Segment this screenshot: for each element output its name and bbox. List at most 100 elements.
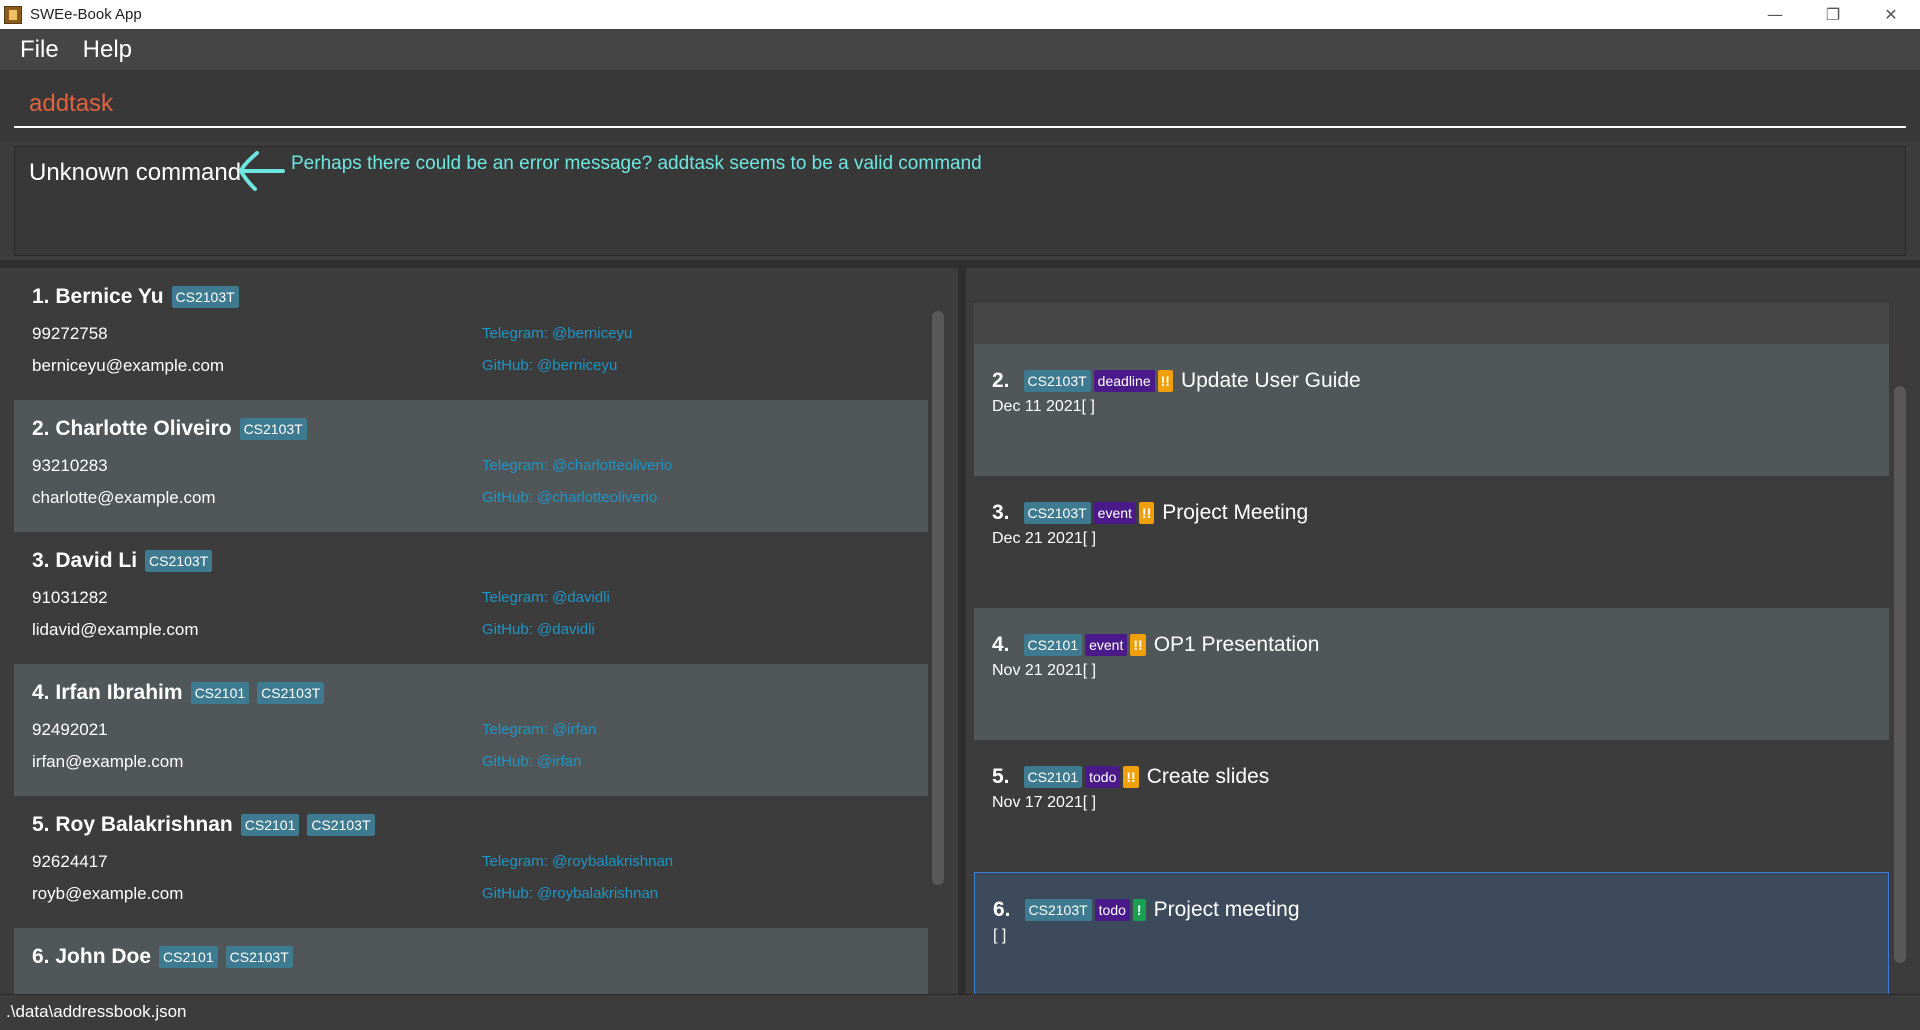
window-controls: — ❐ ✕	[1746, 0, 1920, 29]
person-name: John Doe	[55, 945, 152, 968]
person-phone: 92492021	[32, 720, 108, 739]
menu-file[interactable]: File	[20, 36, 59, 64]
person-phone: 99272758	[32, 324, 108, 343]
menu-help[interactable]: Help	[83, 36, 132, 64]
person-name-row: 5. Roy Balakrishnan CS2101 CS2103T	[32, 810, 910, 840]
person-name-row: 4. Irfan Ibrahim CS2101 CS2103T	[32, 678, 910, 708]
task-index: 2.	[992, 369, 1010, 392]
person-email: charlotte@example.com	[32, 488, 216, 507]
person-list: 1. Bernice Yu CS2103T 99272758 berniceyu…	[0, 268, 958, 994]
task-card[interactable]: 3. CS2103T event !! Project Meeting Dec …	[974, 476, 1889, 608]
person-name: Irfan Ibrahim	[55, 681, 183, 704]
task-title-row: 2. CS2103T deadline !! Update User Guide	[992, 366, 1871, 396]
arrow-left-icon	[238, 151, 285, 191]
title-bar: SWEe-Book App — ❐ ✕	[0, 0, 1920, 29]
task-date: Dec 21 2021[ ]	[992, 530, 1097, 547]
task-title-row: 4. CS2101 event !! OP1 Presentation	[992, 630, 1871, 660]
person-github[interactable]: GitHub: @charlotteoliverio	[482, 489, 657, 506]
person-email: berniceyu@example.com	[32, 356, 225, 375]
person-tag: CS2101	[240, 814, 300, 836]
task-name: OP1 Presentation	[1153, 633, 1320, 656]
vertical-divider[interactable]	[958, 268, 966, 994]
window-title: SWEe-Book App	[30, 6, 142, 23]
person-email: lidavid@example.com	[32, 620, 199, 639]
task-priority-tag: !!	[1138, 502, 1155, 524]
person-name-row: 1. Bernice Yu CS2103T	[32, 282, 910, 312]
task-title-row: 3. CS2103T event !! Project Meeting	[992, 498, 1871, 528]
result-message: Unknown command	[29, 159, 242, 186]
person-github[interactable]: GitHub: @berniceyu	[482, 357, 617, 374]
person-telegram[interactable]: Telegram: @charlotteoliverio	[482, 457, 672, 474]
status-bar: .\data\addressbook.json	[0, 994, 1920, 1030]
annotation-note: Perhaps there could be an error message?…	[291, 153, 982, 174]
task-index: 3.	[992, 501, 1010, 524]
task-card[interactable]: 2. CS2103T deadline !! Update User Guide…	[974, 344, 1889, 476]
person-email: royb@example.com	[32, 884, 184, 903]
task-date: Nov 17 2021[ ]	[992, 794, 1097, 811]
task-title-row: 5. CS2101 todo !! Create slides	[992, 762, 1871, 792]
person-tag: CS2101	[190, 682, 250, 704]
person-phone: 91031282	[32, 588, 108, 607]
person-github[interactable]: GitHub: @roybalakrishnan	[482, 885, 658, 902]
command-box	[0, 72, 1920, 142]
task-index: 4.	[992, 633, 1010, 656]
person-tag: CS2103T	[171, 286, 239, 308]
person-card[interactable]: 3. David Li CS2103T 91031282 lidavid@exa…	[14, 532, 928, 664]
person-email: irfan@example.com	[32, 752, 184, 771]
person-card[interactable]: 1. Bernice Yu CS2103T 99272758 berniceyu…	[14, 268, 928, 400]
person-tag: CS2103T	[145, 550, 213, 572]
person-card[interactable]: 5. Roy Balakrishnan CS2101 CS2103T 92624…	[14, 796, 928, 928]
task-type-tag: deadline	[1093, 370, 1155, 392]
task-type-tag: todo	[1085, 766, 1121, 788]
result-display: Unknown command Perhaps there could be a…	[14, 146, 1906, 256]
horizontal-divider[interactable]	[0, 260, 1920, 268]
person-github[interactable]: GitHub: @irfan	[482, 753, 581, 770]
task-list: 2. CS2103T deadline !! Update User Guide…	[966, 268, 1920, 994]
person-name: David Li	[55, 549, 138, 572]
task-module-tag: CS2101	[1023, 766, 1083, 788]
task-priority-tag: !	[1132, 899, 1146, 921]
task-name: Project Meeting	[1162, 501, 1309, 524]
person-telegram[interactable]: Telegram: @davidli	[482, 589, 610, 606]
person-tag: CS2101	[159, 946, 218, 968]
task-priority-tag: !!	[1157, 370, 1173, 392]
task-module-tag: CS2101	[1023, 634, 1083, 656]
task-list-scrollbar[interactable]	[1894, 386, 1906, 963]
person-tag: CS2103T	[307, 814, 375, 836]
task-card-partial[interactable]	[974, 303, 1889, 344]
person-tag: CS2103T	[225, 946, 293, 968]
person-card[interactable]: 6. John Doe CS2101 CS2103T	[14, 928, 928, 994]
person-telegram[interactable]: Telegram: @roybalakrishnan	[482, 853, 673, 870]
person-name: Charlotte Oliveiro	[55, 417, 232, 440]
task-type-tag: todo	[1094, 899, 1130, 921]
person-github[interactable]: GitHub: @davidli	[482, 621, 595, 638]
minimize-button[interactable]: —	[1746, 0, 1804, 29]
person-card[interactable]: 4. Irfan Ibrahim CS2101 CS2103T 92492021…	[14, 664, 928, 796]
task-title-row: 6. CS2103T todo ! Project meeting	[993, 895, 1870, 925]
person-index: 2.	[32, 417, 50, 440]
person-index: 1.	[32, 285, 50, 308]
person-telegram[interactable]: Telegram: @irfan	[482, 721, 596, 738]
person-phone: 93210283	[32, 456, 108, 475]
task-name: Update User Guide	[1180, 369, 1361, 392]
task-card[interactable]: 4. CS2101 event !! OP1 Presentation Nov …	[974, 608, 1889, 740]
task-date: [ ]	[993, 927, 1007, 944]
person-card[interactable]: 2. Charlotte Oliveiro CS2103T 93210283 c…	[14, 400, 928, 532]
task-module-tag: CS2103T	[1023, 502, 1091, 524]
restore-button[interactable]: ❐	[1804, 0, 1862, 29]
task-card[interactable]: 5. CS2101 todo !! Create slides Nov 17 2…	[974, 740, 1889, 872]
task-card-selected[interactable]: 6. CS2103T todo ! Project meeting [ ]	[974, 872, 1889, 994]
person-name-row: 2. Charlotte Oliveiro CS2103T	[32, 414, 910, 444]
task-name: Project meeting	[1153, 898, 1300, 921]
command-input[interactable]	[14, 82, 1906, 128]
task-module-tag: CS2103T	[1024, 899, 1092, 921]
close-button[interactable]: ✕	[1862, 0, 1920, 29]
person-name-row: 3. David Li CS2103T	[32, 546, 910, 576]
person-list-scrollbar[interactable]	[932, 311, 944, 885]
task-date: Dec 11 2021[ ]	[992, 398, 1095, 415]
person-name: Bernice Yu	[55, 285, 164, 308]
person-tag: CS2103T	[257, 682, 325, 704]
person-telegram[interactable]: Telegram: @berniceyu	[482, 325, 632, 342]
person-tag: CS2103T	[239, 418, 307, 440]
task-module-tag: CS2103T	[1023, 370, 1091, 392]
